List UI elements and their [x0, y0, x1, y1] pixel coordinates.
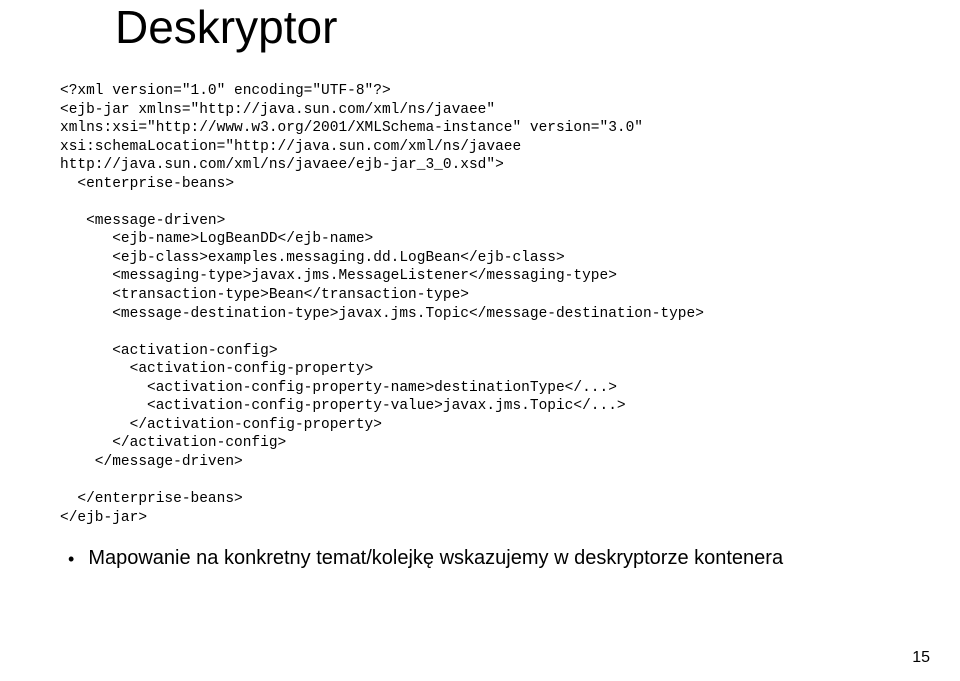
- page-number: 15: [912, 649, 930, 667]
- code-block: <?xml version="1.0" encoding="UTF-8"?> <…: [60, 82, 900, 527]
- bullet-text: Mapowanie na konkretny temat/kolejkę wsk…: [88, 547, 783, 570]
- bullet-item: • Mapowanie na konkretny temat/kolejkę w…: [60, 547, 900, 571]
- slide-page: Deskryptor <?xml version="1.0" encoding=…: [0, 0, 960, 681]
- page-title: Deskryptor: [60, 0, 900, 54]
- bullet-dot-icon: •: [68, 547, 74, 571]
